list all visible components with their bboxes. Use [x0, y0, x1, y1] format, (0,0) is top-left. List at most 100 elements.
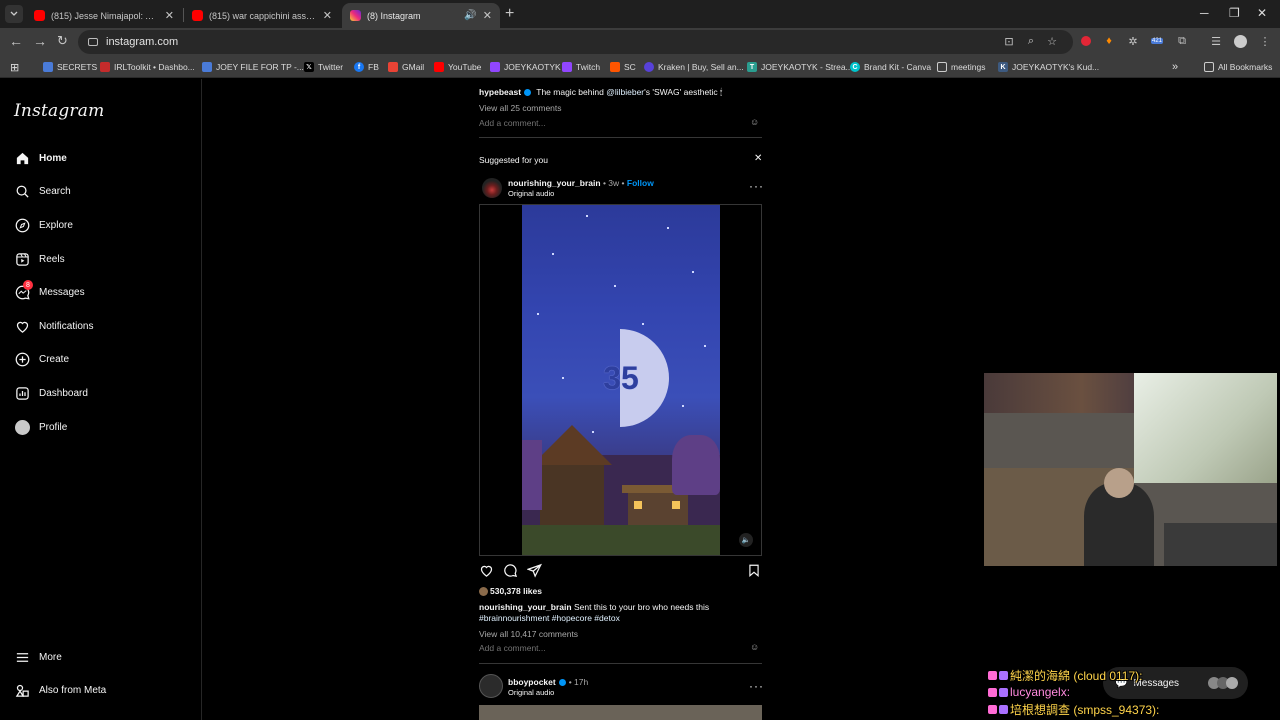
- mute-toggle-icon[interactable]: 🔈: [739, 533, 753, 547]
- browser-tab-3-active[interactable]: (8) Instagram 🔊 ✕: [342, 3, 500, 28]
- all-bookmarks-folder[interactable]: All Bookmarks: [1204, 60, 1272, 74]
- more-options-icon[interactable]: ···: [749, 679, 764, 693]
- close-icon[interactable]: ✕: [754, 153, 762, 164]
- site-info-icon[interactable]: [88, 38, 98, 46]
- sidebar-item-explore[interactable]: Explore: [14, 215, 73, 235]
- tree-purple: [522, 440, 542, 510]
- bookmark-irltoolkit[interactable]: IRLToolkit • Dashbo...: [100, 60, 195, 74]
- hashtags[interactable]: #brainnourishment #hopecore #detox: [479, 613, 620, 623]
- tab-search-button[interactable]: [5, 5, 23, 23]
- post-audio[interactable]: Original audio: [508, 688, 554, 697]
- extension-badge-icon[interactable]: 421: [1149, 34, 1165, 48]
- mention-link[interactable]: @lilbieber: [606, 87, 644, 97]
- sub-badge-icon: [988, 670, 997, 680]
- emoji-icon[interactable]: ☺: [750, 117, 759, 127]
- reel-video[interactable]: 35: [522, 205, 720, 555]
- bookmark-youtube[interactable]: YouTube: [434, 60, 481, 74]
- extension-red-icon[interactable]: [1079, 34, 1093, 48]
- forward-arrow-icon[interactable]: →: [33, 33, 47, 49]
- add-comment-input[interactable]: Add a comment...: [479, 118, 546, 128]
- gmail-icon: [388, 62, 398, 72]
- meta-apps-icon: [14, 682, 30, 698]
- like-heart-icon[interactable]: [479, 563, 494, 581]
- bookmark-sc[interactable]: SC: [610, 60, 636, 74]
- emoji-icon[interactable]: ☺: [750, 642, 759, 652]
- sub-badge-icon: [999, 670, 1008, 680]
- stream-chat-overlay: 純潔的海綿 (cloud 0117): lucyangelx: 培根想調查 (s…: [988, 667, 1248, 717]
- close-window-icon[interactable]: ✕: [1257, 6, 1267, 20]
- likes-count[interactable]: 530,378 likes: [490, 586, 542, 596]
- sidebar-item-reels[interactable]: Reels: [14, 249, 65, 269]
- post-media[interactable]: 35 🔈: [479, 204, 762, 556]
- extensions-icon[interactable]: ⧉: [1175, 34, 1189, 48]
- extension-puzzle-gray-icon[interactable]: ✲: [1126, 34, 1140, 48]
- bookmark-joeykaotyk[interactable]: JOEYKAOTYK: [490, 60, 561, 74]
- browser-menu-icon[interactable]: ⋮: [1258, 34, 1272, 48]
- follow-button[interactable]: Follow: [627, 178, 654, 188]
- sidebar-item-messages[interactable]: 8 Messages: [14, 280, 85, 302]
- bookmarks-bar: ⊞ SECRETS IRLToolkit • Dashbo... JOEY FI…: [0, 56, 1280, 78]
- tab-close-icon[interactable]: ✕: [483, 9, 492, 22]
- bookmark-kraken[interactable]: Kraken | Buy, Sell an...: [644, 60, 744, 74]
- sidebar-item-create[interactable]: Create: [14, 349, 69, 369]
- sidebar-item-search[interactable]: Search: [14, 181, 71, 201]
- reading-list-icon[interactable]: ☰: [1209, 34, 1223, 48]
- bookmark-secrets[interactable]: SECRETS: [43, 60, 97, 74]
- sidebar-item-dashboard[interactable]: Dashboard: [14, 383, 88, 403]
- install-app-icon[interactable]: ⊡: [1002, 34, 1016, 48]
- bookmark-twitter[interactable]: 𝕏 Twitter: [304, 60, 343, 74]
- zoom-icon[interactable]: ⌕: [1024, 34, 1038, 48]
- chevron-down-icon: [10, 11, 18, 16]
- bookmark-canva[interactable]: C Brand Kit - Canva: [850, 60, 931, 74]
- bookmark-gmail[interactable]: GMail: [388, 60, 424, 74]
- bookmark-folder-meetings[interactable]: meetings: [937, 60, 986, 74]
- post-username[interactable]: hypebeast: [479, 87, 521, 97]
- doc-icon: [43, 62, 53, 72]
- chevron-right-icon[interactable]: »: [1172, 60, 1178, 74]
- avatar[interactable]: [479, 674, 503, 698]
- next-post-media[interactable]: [479, 705, 762, 720]
- sidebar-item-notifications[interactable]: Notifications: [14, 316, 93, 336]
- view-comments-link[interactable]: View all 10,417 comments: [479, 629, 578, 639]
- bookmark-joeykaotyk-stream[interactable]: T JOEYKAOTYK - Strea...: [747, 60, 853, 74]
- speaker-icon[interactable]: 🔊: [464, 10, 476, 21]
- post-username[interactable]: nourishing_your_brain: [479, 602, 572, 612]
- comment-icon[interactable]: [503, 563, 518, 581]
- save-bookmark-icon[interactable]: [747, 563, 761, 581]
- suggested-header: Suggested for you: [479, 155, 548, 165]
- more-options-icon[interactable]: ···: [749, 179, 764, 193]
- bookmark-star-icon[interactable]: ☆: [1045, 34, 1059, 48]
- post-username[interactable]: bboypocket: [508, 677, 556, 687]
- tab-close-icon[interactable]: ✕: [165, 9, 174, 22]
- post-audio[interactable]: Original audio: [508, 189, 554, 198]
- instagram-logo[interactable]: Instagram: [14, 101, 104, 121]
- extension-flame-icon[interactable]: ♦: [1102, 34, 1116, 48]
- sidebar-also-from-meta[interactable]: Also from Meta: [14, 680, 106, 700]
- browser-tab-1[interactable]: (815) Jesse Nimajapol: An Inten ✕: [26, 3, 182, 28]
- post-header-line: bboypocket • 17h: [508, 677, 589, 687]
- post-username[interactable]: nourishing_your_brain: [508, 178, 601, 188]
- add-comment-input[interactable]: Add a comment...: [479, 643, 546, 653]
- chat-message: lucyangelx:: [988, 684, 1070, 700]
- sidebar-more[interactable]: More: [14, 647, 62, 667]
- avatar[interactable]: [482, 178, 502, 198]
- bookmark-fb[interactable]: f FB: [354, 60, 379, 74]
- bookmark-kudos[interactable]: K JOEYKAOTYK's Kud...: [998, 60, 1099, 74]
- bookmark-joey-file[interactable]: JOEY FILE FOR TP -...: [202, 60, 304, 74]
- address-bar[interactable]: instagram.com: [78, 30, 1073, 54]
- view-comments-link[interactable]: View all 25 comments: [479, 103, 562, 113]
- bookmark-twitch[interactable]: Twitch: [562, 60, 600, 74]
- tab-close-icon[interactable]: ✕: [323, 9, 332, 22]
- browser-tab-2[interactable]: (815) war cappichini assassini w ✕: [184, 3, 340, 28]
- apps-grid-icon[interactable]: ⊞: [10, 60, 19, 74]
- minimize-icon[interactable]: ─: [1200, 6, 1209, 20]
- new-tab-button[interactable]: +: [505, 5, 514, 23]
- reload-icon[interactable]: ↻: [57, 33, 68, 49]
- plus-icon: [14, 351, 30, 367]
- restore-icon[interactable]: ❐: [1229, 6, 1240, 20]
- back-arrow-icon[interactable]: ←: [9, 33, 23, 49]
- share-icon[interactable]: [526, 563, 542, 581]
- sidebar-item-home[interactable]: Home: [14, 148, 67, 168]
- sidebar-item-profile[interactable]: Profile: [14, 417, 67, 437]
- profile-avatar-icon[interactable]: [1233, 34, 1247, 48]
